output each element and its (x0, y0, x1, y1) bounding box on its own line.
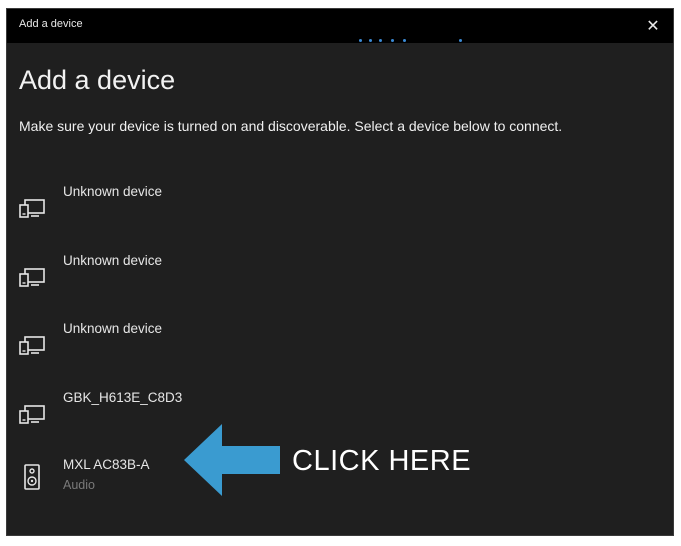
device-name: MXL AC83B-A (63, 457, 150, 472)
device-item[interactable]: Unknown device (7, 253, 673, 309)
display-icon (19, 405, 45, 424)
device-name: GBK_H613E_C8D3 (63, 390, 183, 405)
speaker-icon (24, 464, 40, 490)
display-icon (19, 268, 45, 287)
click-here-label: CLICK HERE (292, 445, 472, 477)
device-type: Audio (63, 478, 95, 492)
page-subtitle: Make sure your device is turned on and d… (19, 118, 563, 134)
device-name: Unknown device (63, 321, 163, 336)
device-item[interactable]: Unknown device (7, 321, 673, 377)
arrow-left-icon (184, 424, 280, 496)
display-icon (19, 336, 45, 355)
close-icon: ✕ (646, 18, 660, 35)
device-name: Unknown device (63, 184, 163, 199)
page-heading: Add a device (19, 65, 176, 95)
device-item[interactable]: Unknown device (7, 184, 673, 240)
close-button[interactable]: ✕ (633, 9, 673, 43)
display-icon (19, 199, 45, 218)
progress-indicator (359, 39, 479, 43)
device-name: Unknown device (63, 253, 163, 268)
device-item[interactable]: GBK_H613E_C8D3 (7, 390, 673, 446)
window-title: Add a device (19, 18, 83, 30)
title-bar: Add a device ✕ (7, 9, 673, 43)
